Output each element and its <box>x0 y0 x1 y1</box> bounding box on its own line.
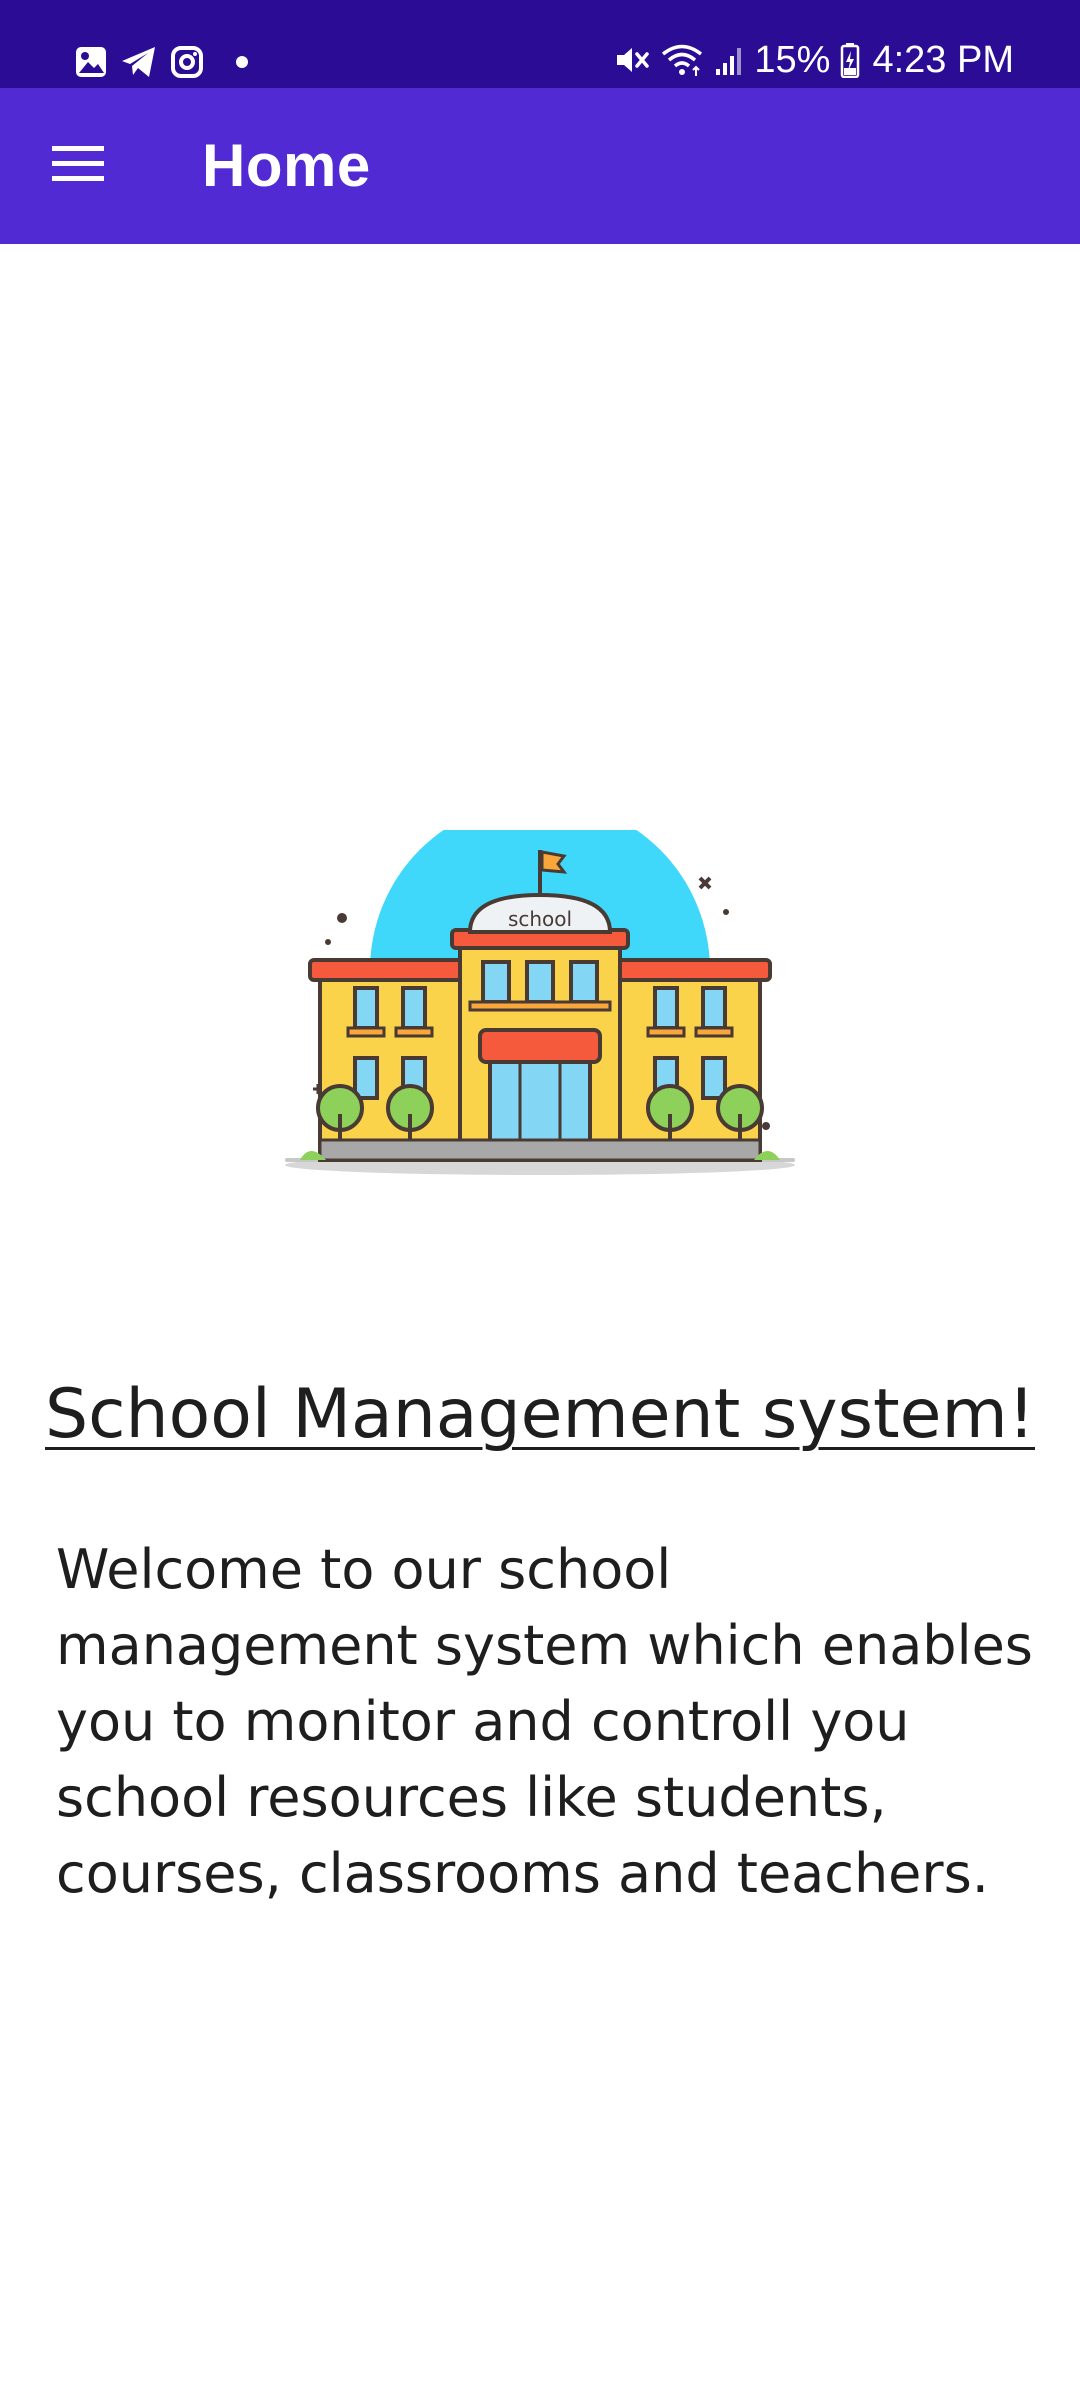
status-time: 4:23 PM <box>872 38 1014 81</box>
status-bar: 15% 4:23 PM <box>0 0 1080 88</box>
app-bar: Home <box>0 88 1080 244</box>
notification-dot-icon <box>236 56 248 68</box>
battery-charging-icon <box>840 42 860 78</box>
status-right-icons: 15% 4:23 PM <box>614 36 1014 84</box>
mute-icon <box>614 43 650 77</box>
gallery-icon <box>74 45 108 79</box>
instagram-icon <box>170 45 204 79</box>
hamburger-menu-button[interactable] <box>30 128 126 204</box>
hamburger-menu-icon <box>50 143 106 189</box>
headline-link[interactable]: School Management system! <box>0 1370 1080 1460</box>
welcome-description: Welcome to our school management system … <box>56 1538 1033 1905</box>
telegram-icon <box>120 45 158 79</box>
page-title: Home <box>202 132 371 199</box>
battery-percent: 15% <box>754 38 831 81</box>
signal-icon <box>714 43 744 77</box>
status-left-icons <box>74 40 248 84</box>
school-illustration: school <box>270 800 810 1200</box>
wifi-icon <box>660 43 704 77</box>
school-sign-text: school <box>508 907 572 931</box>
